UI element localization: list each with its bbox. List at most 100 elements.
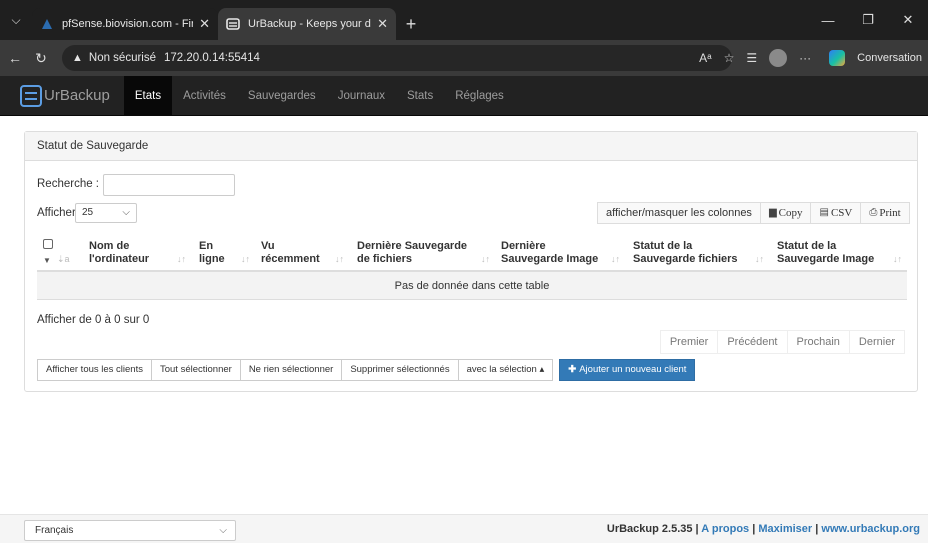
- tab-list-chevron-icon[interactable]: ⌵: [0, 0, 32, 40]
- favorites-list-icon[interactable]: ☰: [746, 51, 757, 65]
- sort-icon[interactable]: ↓↑: [177, 254, 186, 264]
- pfsense-favicon-icon: [42, 19, 52, 29]
- tab-title: pfSense.biovision.com - Firewall: Rules: [62, 18, 194, 30]
- column-header-last-image-backup[interactable]: Dernière Sauvegarde Image: [501, 240, 598, 266]
- column-header-line: Vu: [261, 240, 275, 252]
- add-client-button[interactable]: ✚ Ajouter un nouveau client: [559, 359, 696, 381]
- copy-button[interactable]: ▆ Copy: [760, 202, 812, 224]
- browser-tab-bar: ⌵ pfSense.biovision.com - Firewall: Rule…: [0, 0, 928, 40]
- copilot-button[interactable]: Conversation: [823, 50, 928, 66]
- sort-asc-icon[interactable]: ⇣a: [57, 254, 70, 265]
- restore-icon[interactable]: ❐: [848, 12, 888, 28]
- more-menu-icon[interactable]: ···: [799, 51, 811, 65]
- sort-icon[interactable]: ↓↑: [241, 254, 250, 264]
- column-header-line: Sauvegarde Image: [777, 253, 875, 265]
- client-actions: Afficher tous les clients Tout sélection…: [37, 359, 696, 381]
- column-header-line: Dernière: [501, 240, 546, 252]
- column-header-line: récemment: [261, 253, 320, 265]
- about-link[interactable]: A propos: [701, 523, 749, 535]
- brand[interactable]: UrBackup: [20, 84, 110, 107]
- copilot-label: Conversation: [857, 52, 922, 64]
- csv-button[interactable]: ▤ CSV: [811, 202, 862, 224]
- urbackup-logo-icon: [20, 84, 42, 107]
- security-warning-text: Non sécurisé: [88, 52, 157, 64]
- tab-pfsense[interactable]: pfSense.biovision.com - Firewall: Rules …: [32, 8, 218, 40]
- browser-toolbar-icons: Aᵃ ☆ ☰ ··· Conversation: [693, 40, 928, 76]
- pagination-first[interactable]: Premier: [659, 330, 719, 354]
- maximize-link[interactable]: Maximiser: [758, 523, 812, 535]
- panel-title: Statut de Sauvegarde: [25, 132, 917, 161]
- reload-icon[interactable]: ↻: [30, 50, 52, 67]
- tab-close-icon[interactable]: ✕: [199, 16, 210, 32]
- column-visibility-button[interactable]: afficher/masquer les colonnes: [597, 202, 761, 224]
- nav-item-stats[interactable]: Stats: [396, 76, 444, 116]
- tab-close-icon[interactable]: ✕: [377, 16, 388, 32]
- csv-icon: ▤: [819, 207, 829, 218]
- column-header-line: Sauvegarde fichiers: [633, 253, 738, 265]
- page-length-label: Afficher: [37, 207, 76, 219]
- sort-icon[interactable]: ↓↑: [481, 254, 490, 264]
- separator: |: [692, 523, 702, 535]
- column-header-line: Statut de la: [633, 240, 693, 252]
- sort-icon[interactable]: ↓↑: [893, 254, 902, 264]
- column-header-computer-name[interactable]: Nom de l'ordinateur: [89, 240, 149, 266]
- separator: |: [749, 523, 759, 535]
- select-all-button[interactable]: Tout sélectionner: [150, 359, 241, 381]
- page-length-value: 25: [82, 207, 94, 218]
- urbackup-favicon-icon: [226, 18, 240, 30]
- chevron-down-icon: ⌵: [219, 525, 227, 536]
- back-arrow-icon[interactable]: ←: [4, 50, 26, 66]
- select-none-button[interactable]: Ne rien sélectionner: [239, 359, 343, 381]
- version-text: UrBackup 2.5.35: [606, 523, 693, 535]
- window-controls: — ❐ ✕: [808, 0, 928, 40]
- sort-icon[interactable]: ↓↑: [611, 254, 620, 264]
- website-link[interactable]: www.urbackup.org: [821, 523, 920, 535]
- nav-item-reglages[interactable]: Réglages: [444, 76, 515, 116]
- show-all-clients-button[interactable]: Afficher tous les clients: [37, 359, 152, 381]
- close-window-icon[interactable]: ✕: [888, 12, 928, 28]
- language-select[interactable]: Français ⌵: [24, 520, 236, 541]
- url-field[interactable]: ▲ Non sécurisé 172.20.0.14:55414: [62, 45, 732, 71]
- column-header-line: Sauvegarde Image: [501, 253, 599, 265]
- profile-avatar[interactable]: [769, 49, 788, 67]
- caret-down-icon[interactable]: ▼: [43, 256, 51, 265]
- new-tab-button[interactable]: +: [396, 8, 426, 40]
- tab-urbackup[interactable]: UrBackup - Keeps your data safe ✕: [218, 8, 396, 40]
- minimize-icon[interactable]: —: [808, 13, 848, 28]
- favorite-star-icon[interactable]: ☆: [724, 51, 735, 65]
- column-header-last-file-backup[interactable]: Dernière Sauvegarde de fichiers: [357, 240, 467, 266]
- table-header: ▼ ⇣a Nom de l'ordinateur ↓↑ En ligne ↓↑ …: [37, 230, 907, 272]
- nav-item-journaux[interactable]: Journaux: [327, 76, 396, 116]
- pagination-next[interactable]: Prochain: [787, 330, 850, 354]
- nav-item-etats[interactable]: Etats: [123, 75, 173, 116]
- empty-table-message: Pas de donnée dans cette table: [37, 272, 907, 300]
- csv-label: CSV: [830, 207, 853, 219]
- nav-item-activites[interactable]: Activités: [172, 76, 237, 116]
- with-selection-dropdown[interactable]: avec la sélection ▴: [457, 359, 554, 381]
- language-value: Français: [35, 525, 74, 536]
- select-all-checkbox[interactable]: [43, 239, 53, 249]
- copy-icon: ▆: [768, 207, 777, 218]
- column-header-file-backup-status[interactable]: Statut de la Sauvegarde fichiers: [633, 240, 738, 266]
- read-aloud-icon[interactable]: Aᵃ: [699, 51, 711, 65]
- delete-selected-button[interactable]: Supprimer sélectionnés: [341, 359, 459, 381]
- add-client-label: Ajouter un nouveau client: [579, 364, 687, 375]
- search-input[interactable]: [103, 174, 235, 196]
- nav-item-sauvegardes[interactable]: Sauvegardes: [237, 76, 327, 116]
- print-button[interactable]: ⎙ Print: [861, 202, 910, 224]
- column-header-last-seen[interactable]: Vu récemment: [261, 240, 320, 266]
- column-header-image-backup-status[interactable]: Statut de la Sauvegarde Image: [777, 240, 874, 266]
- pagination-last[interactable]: Dernier: [849, 330, 905, 354]
- brand-name: UrBackup: [44, 87, 110, 104]
- column-header-line: Nom de: [89, 240, 130, 252]
- pagination-previous[interactable]: Précédent: [718, 330, 788, 354]
- table-info: Afficher de 0 à 0 sur 0: [37, 314, 150, 326]
- app-navbar: UrBackup Etats Activités Sauvegardes Jou…: [0, 75, 928, 116]
- page-length-select[interactable]: 25 ⌵: [75, 203, 137, 223]
- search-label: Recherche :: [37, 178, 100, 190]
- column-header-line: l'ordinateur: [89, 253, 150, 265]
- column-header-online[interactable]: En ligne: [199, 240, 225, 266]
- sort-icon[interactable]: ↓↑: [335, 254, 344, 264]
- sort-icon[interactable]: ↓↑: [755, 254, 764, 264]
- backup-status-panel: Statut de Sauvegarde Recherche : Affiche…: [24, 131, 918, 392]
